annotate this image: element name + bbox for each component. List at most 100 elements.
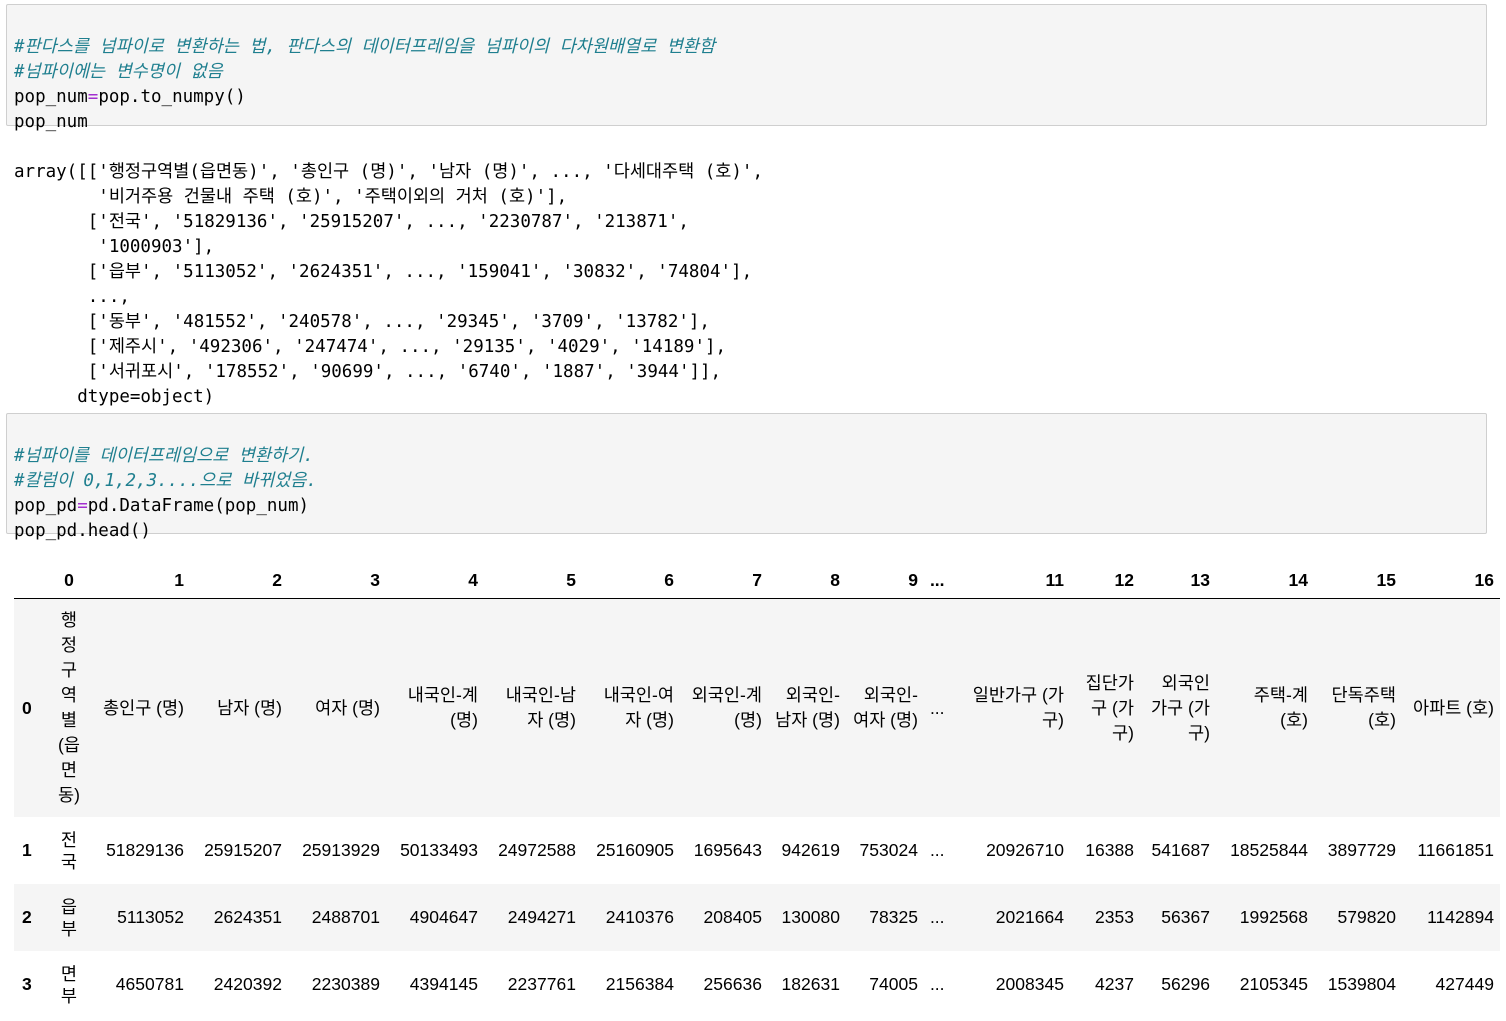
table-cell: 2008345 [995, 974, 1064, 994]
output-line: ['제주시', '492306', '247474', ..., '29135'… [14, 337, 727, 357]
code-comment: #넘파이에는 변수명이 없음 [14, 62, 223, 82]
table-cell: 전국 [60, 829, 78, 872]
table-cell: 208405 [679, 884, 768, 951]
column-header: 12 [1069, 563, 1140, 599]
table-cell: 4650781 [115, 974, 184, 994]
table-cell-ellipsis: ... [923, 884, 960, 951]
table-row: 0 행정구역별(읍면동) 총인구 (명) 남자 (명) 여자 (명) 내국인-계… [14, 598, 1500, 817]
column-header: 9 [845, 563, 924, 599]
table-cell: 주택-계 (호) [1215, 598, 1314, 817]
table-cell: 총인구 (명) [91, 598, 190, 817]
code-token: pop.to_numpy() [98, 87, 246, 107]
table-cell: 24972588 [498, 840, 576, 860]
table-row: 1 전국 51829136 25915207 25913929 50133493… [14, 817, 1500, 884]
table-cell: 내국인-남자 (명) [483, 598, 582, 817]
column-header: 7 [679, 563, 768, 599]
table-cell: 541687 [1151, 840, 1210, 860]
table-cell: 아파트 (호) [1401, 598, 1500, 817]
code-comment: #넘파이를 데이터프레임으로 변환하기. [14, 446, 314, 466]
table-cell: 외국인-계 (명) [679, 598, 768, 817]
table-cell: 외국인가구 (가구) [1139, 598, 1216, 817]
table-cell: 2105345 [1239, 974, 1308, 994]
code-token: pop_pd [14, 496, 78, 516]
table-cell: 3897729 [1327, 840, 1396, 860]
cell-output-array: array([['행정구역별(읍면동)', '총인구 (명)', '남자 (명)… [14, 135, 763, 410]
column-header: 0 [46, 563, 92, 599]
row-index: 2 [14, 884, 46, 951]
code-line: pop_num=pop.to_numpy() [14, 85, 1479, 110]
table-cell: 2624351 [189, 884, 288, 951]
table-cell: 외국인-남자 (명) [767, 598, 846, 817]
table-cell: 4237 [1095, 974, 1134, 994]
row-index: 0 [14, 598, 46, 817]
column-header: 6 [581, 563, 680, 599]
column-header: 13 [1139, 563, 1216, 599]
table-cell: 여자 (명) [287, 598, 386, 817]
table-cell: 11661851 [1417, 840, 1494, 860]
table-cell: 256636 [703, 974, 762, 994]
table-cell: 56296 [1161, 974, 1210, 994]
column-header: 3 [287, 563, 386, 599]
table-cell: 2230389 [311, 974, 380, 994]
table-cell-ellipsis: ... [929, 974, 945, 994]
output-line: '비거주용 건물내 주택 (호)', '주택이외의 거처 (호)'], [14, 187, 568, 207]
code-cell-to-dataframe[interactable]: #넘파이를 데이터프레임으로 변환하기. #칼럼이 0,1,2,3....으로 바… [6, 413, 1487, 541]
row-index: 1 [22, 840, 32, 860]
code-token: pd.DataFrame(pop_num) [87, 496, 310, 516]
output-line: ['동부', '481552', '240578', ..., '29345',… [14, 312, 710, 332]
output-line: ['읍부', '5113052', '2624351', ..., '15904… [14, 262, 753, 282]
table-cell: 50133493 [400, 840, 478, 860]
table-cell: 182631 [781, 974, 840, 994]
table-cell: 16388 [1085, 840, 1134, 860]
code-operator: = [87, 87, 99, 107]
row-index: 3 [22, 974, 32, 994]
table-cell: 427449 [1435, 974, 1494, 994]
table-cell: 2494271 [483, 884, 582, 951]
table-row: 2 읍부 5113052 2624351 2488701 4904647 249… [14, 884, 1500, 951]
code-line: pop_pd.head() [14, 521, 151, 541]
table-cell: 25913929 [302, 840, 380, 860]
table-cell: 2237761 [507, 974, 576, 994]
table-cell: 면부 [60, 963, 78, 1006]
output-line: dtype=object) [14, 387, 215, 407]
table-cell: 25915207 [204, 840, 282, 860]
table-cell: 51829136 [106, 840, 184, 860]
column-header: 8 [767, 563, 846, 599]
table-cell-ellipsis: ... [923, 598, 960, 817]
output-line: ['전국', '51829136', '25915207', ..., '223… [14, 212, 689, 232]
column-header: 5 [483, 563, 582, 599]
table-cell: 2353 [1069, 884, 1140, 951]
column-header: 1 [91, 563, 190, 599]
table-cell-ellipsis: ... [929, 840, 945, 860]
table-cell: 단독주택 (호) [1313, 598, 1402, 817]
code-line: pop_pd=pd.DataFrame(pop_num) [14, 494, 1479, 519]
table-cell: 4394145 [409, 974, 478, 994]
table-cell: 753024 [859, 840, 918, 860]
table-cell: 78325 [845, 884, 924, 951]
table-cell: 2156384 [605, 974, 674, 994]
table-cell: 130080 [767, 884, 846, 951]
table-cell: 읍부 [46, 884, 92, 951]
column-header: 16 [1401, 563, 1500, 599]
code-comment: #칼럼이 0,1,2,3....으로 바뀌었음. [14, 471, 317, 491]
table-cell: 20926710 [986, 840, 1064, 860]
table-cell: 4904647 [385, 884, 484, 951]
table-row: 3 면부 4650781 2420392 2230389 4394145 223… [14, 951, 1500, 1018]
table-cell: 남자 (명) [189, 598, 288, 817]
table-cell: 1695643 [693, 840, 762, 860]
code-line: pop_num [14, 112, 88, 132]
table-cell: 5113052 [91, 884, 190, 951]
table-cell: 외국인-여자 (명) [845, 598, 924, 817]
code-cell-to-numpy[interactable]: #판다스를 넘파이로 변환하는 법, 판다스의 데이터프레임을 넘파이의 다차원… [6, 4, 1487, 132]
output-line: ['서귀포시', '178552', '90699', ..., '6740',… [14, 362, 722, 382]
table-cell: 내국인-여자 (명) [581, 598, 680, 817]
table-cell: 942619 [781, 840, 840, 860]
table-cell: 내국인-계 (명) [385, 598, 484, 817]
table-cell: 1539804 [1327, 974, 1396, 994]
table-header-row: 0 1 2 3 4 5 6 7 8 9 ... 11 12 13 14 15 1… [14, 563, 1500, 599]
column-header: 4 [385, 563, 484, 599]
output-line: '1000903'], [14, 237, 215, 257]
table-cell: 18525844 [1230, 840, 1308, 860]
index-header [14, 563, 46, 599]
table-cell: 집단가구 (가구) [1069, 598, 1140, 817]
